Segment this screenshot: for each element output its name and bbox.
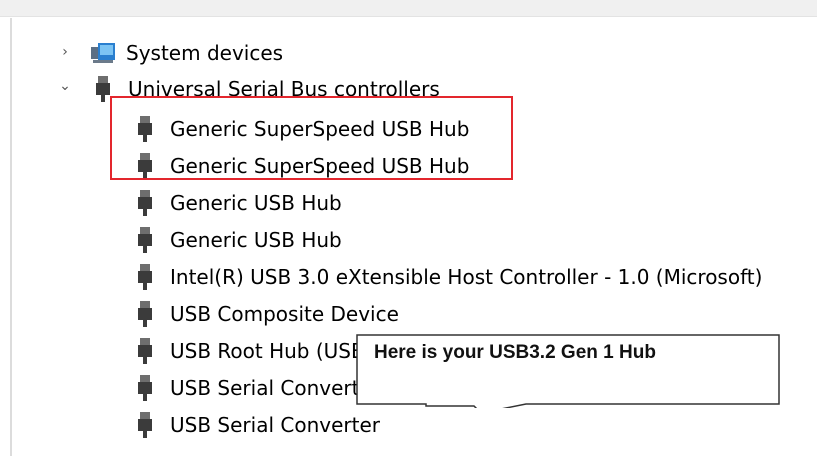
tree-item-usb-device[interactable]: Intel(R) USB 3.0 eXtensible Host Control… bbox=[134, 260, 762, 294]
tree-item-usb-device[interactable]: USB Serial Converter bbox=[134, 371, 380, 405]
tree-item-system-devices[interactable]: › System devices bbox=[58, 36, 283, 70]
tree-item-label: Generic USB Hub bbox=[170, 191, 342, 215]
usb-plug-icon bbox=[134, 337, 158, 365]
tree-item-label: System devices bbox=[126, 41, 284, 65]
usb-plug-icon bbox=[134, 226, 158, 254]
tree-item-usb-device[interactable]: USB Serial Converter bbox=[134, 408, 380, 442]
usb-plug-icon bbox=[134, 411, 158, 439]
tree-item-label: USB Serial Converter bbox=[170, 413, 380, 437]
window-top-bar bbox=[0, 0, 817, 17]
tree-item-usb-device[interactable]: USB Composite Device bbox=[134, 297, 399, 331]
callout-annotation: Here is your USB3.2 Gen 1 Hub bbox=[356, 334, 780, 408]
tree-item-usb-device[interactable]: Generic USB Hub bbox=[134, 223, 342, 257]
collapse-chevron-icon[interactable]: ⌄ bbox=[58, 78, 72, 94]
tree-item-label: USB Serial Converter bbox=[170, 376, 380, 400]
tree-item-label: Generic USB Hub bbox=[170, 228, 342, 252]
usb-plug-icon bbox=[134, 300, 158, 328]
tree-item-usb-device[interactable]: Generic USB Hub bbox=[134, 186, 342, 220]
tree-item-label: USB Composite Device bbox=[170, 302, 399, 326]
usb-plug-icon bbox=[134, 263, 158, 291]
usb-plug-icon bbox=[134, 189, 158, 217]
expand-chevron-icon[interactable]: › bbox=[58, 44, 72, 60]
highlight-box bbox=[110, 96, 513, 180]
system-devices-icon bbox=[90, 39, 115, 67]
tree-item-label: Intel(R) USB 3.0 eXtensible Host Control… bbox=[170, 265, 763, 289]
usb-plug-icon bbox=[134, 374, 158, 402]
callout-text: Here is your USB3.2 Gen 1 Hub bbox=[374, 342, 656, 363]
tree-left-border bbox=[10, 18, 12, 456]
